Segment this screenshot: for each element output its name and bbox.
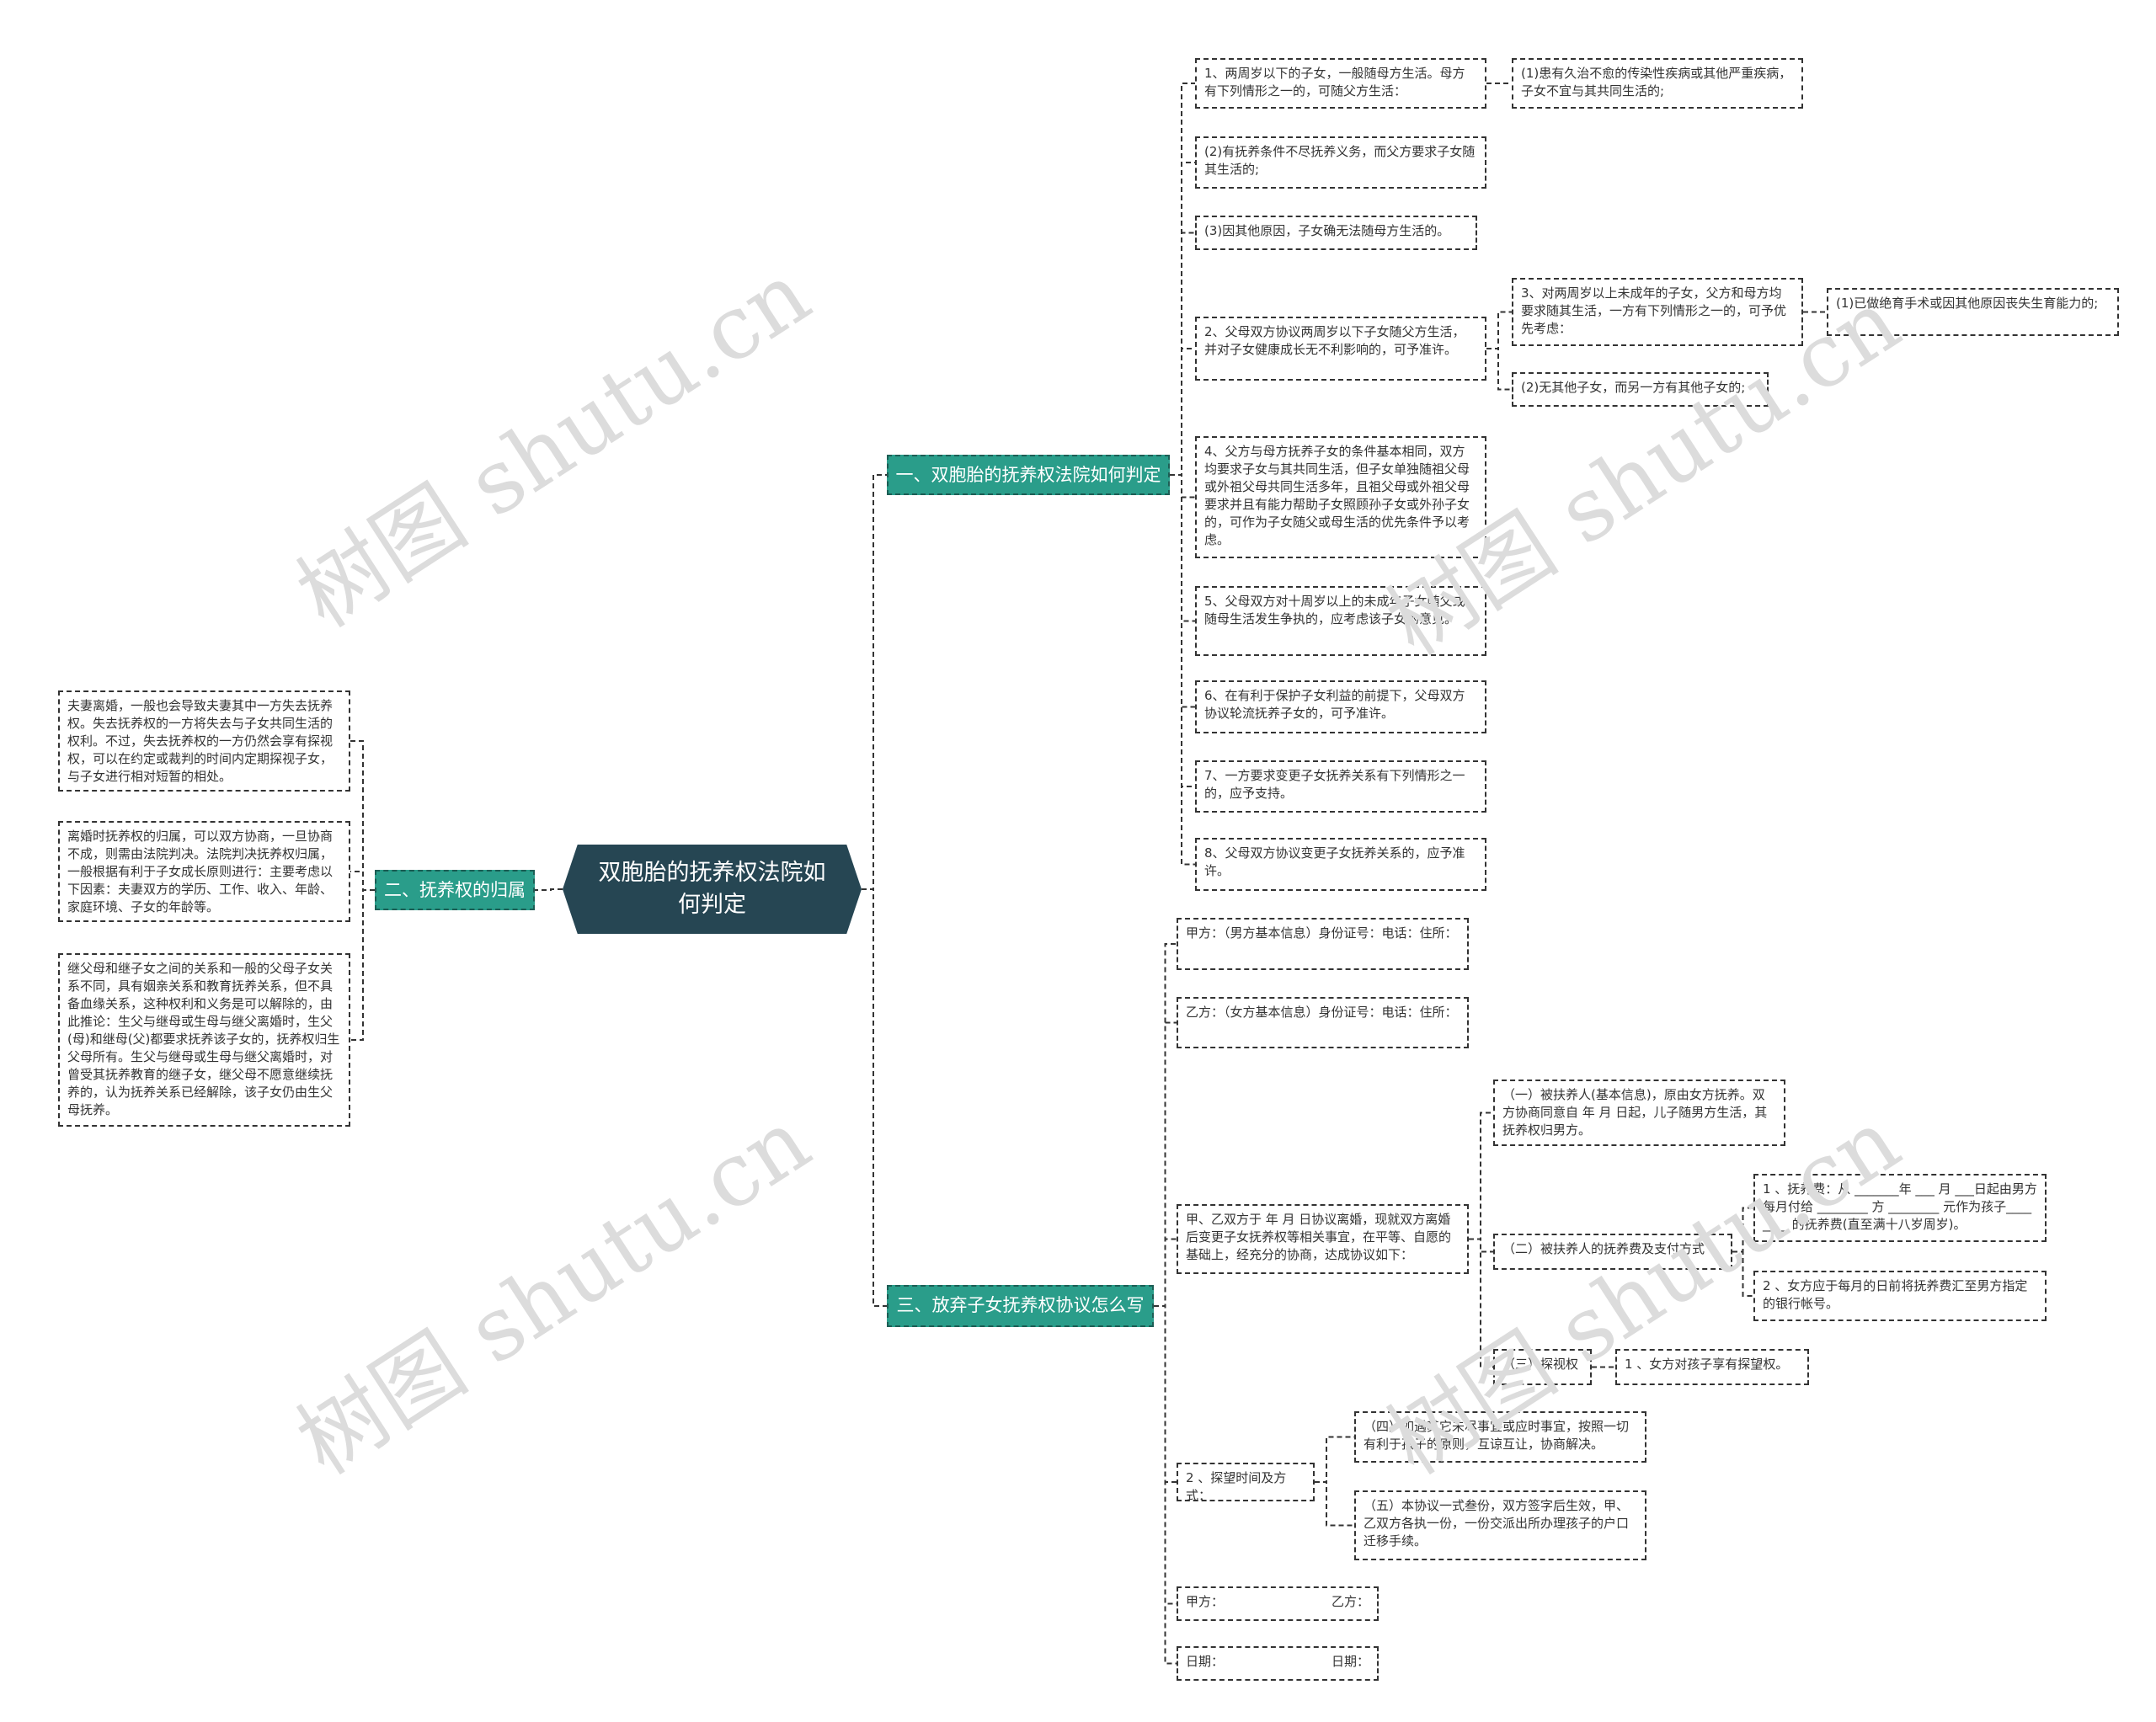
- clause-two[interactable]: （二）被扶养人的抚养费及支付方式: [1493, 1234, 1732, 1270]
- topic-not-fulfill[interactable]: (2)有抚养条件不尽抚养义务，而父方要求子女随其生活的;: [1195, 136, 1486, 189]
- sign-party-b: 乙方：: [1331, 1594, 1369, 1609]
- topic-signatures[interactable]: 甲方： 乙方：: [1177, 1586, 1379, 1621]
- connector-line: [1154, 1238, 1177, 1307]
- connector-line: [1469, 1112, 1493, 1240]
- topic-sterilized[interactable]: (1)已做绝育手术或因其他原因丧失生育能力的;: [1827, 288, 2119, 336]
- connector-line: [862, 888, 887, 1307]
- clause-two-fee[interactable]: 1 、抚养费：从 _______年 ___ 月 ___日起由男方每月付给 ___…: [1753, 1174, 2047, 1242]
- topic-agreement-father[interactable]: 2、父母双方协议两周岁以下子女随父方生活，并对子女健康成长无不利影响的，可予准许…: [1195, 317, 1486, 381]
- connector-line: [535, 888, 563, 891]
- connector-line: [1170, 232, 1195, 476]
- connector-line: [350, 871, 375, 891]
- topic-other-reason[interactable]: (3)因其他原因，子女确无法随母方生活的。: [1195, 216, 1477, 250]
- topic-disease[interactable]: (1)患有久治不愈的传染性疾病或其他严重疾病，子女不宜与其共同生活的;: [1512, 58, 1803, 109]
- mindmap-canvas: 双胞胎的抚养权法院如何判定 一、双胞胎的抚养权法院如何判定 1、两周岁以下的子女…: [0, 0, 2156, 1722]
- connector-line: [350, 889, 375, 1041]
- connector-line: [1170, 162, 1195, 476]
- topic-over-ten[interactable]: 5、父母双方对十周岁以上的未成年子女随父或随母生活发生争执的，应考虑该子女的意见…: [1195, 586, 1486, 656]
- branch-custody-ownership[interactable]: 二、抚养权的归属: [375, 870, 535, 910]
- connector-line: [1170, 348, 1195, 476]
- topic-no-other-child[interactable]: (2)无其他子女，而另一方有其他子女的;: [1512, 372, 1769, 407]
- clause-five[interactable]: （五）本协议一式叁份，双方签字后生效，甲、乙双方各执一份，一份交派出所办理孩子的…: [1354, 1490, 1646, 1560]
- date-party-b: 日期：: [1331, 1654, 1369, 1669]
- topic-under-two[interactable]: 1、两周岁以下的子女，一般随母方生活。母方有下列情形之一的，可随父方生活：: [1195, 58, 1486, 109]
- topic-custody-factors[interactable]: 离婚时抚养权的归属，可以双方协商，一旦协商不成，则需由法院判决。法院判决抚养权归…: [58, 821, 350, 922]
- clause-three[interactable]: （三）探视权: [1493, 1349, 1592, 1385]
- clause-two-account[interactable]: 2 、女方应于每月的日前将抚养费汇至男方指定的银行帐号。: [1753, 1271, 2047, 1321]
- connector-line: [1170, 474, 1195, 498]
- date-party-a: 日期：: [1186, 1654, 1225, 1669]
- topic-change-agreement[interactable]: 8、父母双方协议变更子女抚养关系的，应予准许。: [1195, 838, 1486, 891]
- clause-four[interactable]: （四）如遇其它未尽事宜或应时事宜，按照一切有利于孩子的原则，互谅互让，协商解决。: [1354, 1411, 1646, 1463]
- clause-one[interactable]: （一）被扶养人(基本信息)，原由女方抚养。双方协商同意自 年 月 日起，儿子随男…: [1493, 1080, 1785, 1146]
- topic-over-two[interactable]: 3、对两周岁以上未成年的子女，父方和母方均要求随其生活，一方有下列情形之一的，可…: [1512, 278, 1803, 346]
- connector-line: [862, 474, 887, 890]
- topic-step-parents[interactable]: 继父母和继子女之间的关系和一般的父母子女关系不同，具有姻亲关系和教育抚养关系，但…: [58, 953, 350, 1127]
- connector-line: [1154, 943, 1177, 1307]
- connector-line: [1486, 348, 1512, 391]
- connector-line: [1732, 1207, 1753, 1253]
- topic-visit-time[interactable]: 2 、探望时间及方式：: [1177, 1463, 1315, 1503]
- connector-line: [1469, 1238, 1493, 1368]
- clause-three-visit-right[interactable]: 1 、女方对孩子享有探望权。: [1615, 1349, 1809, 1385]
- root-title: 双胞胎的抚养权法院如何判定: [598, 860, 826, 918]
- topic-dates[interactable]: 日期： 日期：: [1177, 1646, 1379, 1681]
- connector-line: [350, 740, 375, 891]
- connector-line: [1170, 474, 1195, 787]
- connector-line: [1170, 474, 1195, 866]
- topic-rotation[interactable]: 6、在有利于保护子女利益的前提下，父母双方协议轮流抚养子女的，可予准许。: [1195, 680, 1486, 733]
- topic-agreement[interactable]: 甲、乙双方于 年 月 日协议离婚，现就双方离婚后变更子女抚养权等相关事宜，在平等…: [1177, 1204, 1469, 1274]
- topic-party-a[interactable]: 甲方：（男方基本信息）身份证号：电话：住所：: [1177, 918, 1469, 970]
- connector-line: [1315, 1481, 1354, 1527]
- topic-party-b[interactable]: 乙方：（女方基本信息）身份证号：电话：住所：: [1177, 997, 1469, 1048]
- connector-line: [1732, 1250, 1753, 1297]
- connector-line: [1315, 1436, 1354, 1483]
- topic-lose-custody[interactable]: 夫妻离婚，一般也会导致夫妻其中一方失去抚养权。失去抚养权的一方将失去与子女共同生…: [58, 690, 350, 792]
- topic-change-request[interactable]: 7、一方要求变更子女抚养关系有下列情形之一的，应予支持。: [1195, 760, 1486, 813]
- branch-custody-judgment[interactable]: 一、双胞胎的抚养权法院如何判定: [887, 455, 1170, 495]
- connector-line: [1154, 1305, 1177, 1665]
- connector-line: [1486, 311, 1512, 349]
- sign-party-a: 甲方：: [1186, 1594, 1225, 1609]
- topic-grandparents[interactable]: 4、父方与母方抚养子女的条件基本相同，双方均要求子女与其共同生活，但子女单独随祖…: [1195, 436, 1486, 558]
- root-topic[interactable]: 双胞胎的抚养权法院如何判定: [563, 845, 862, 934]
- branch-waiver-agreement[interactable]: 三、放弃子女抚养权协议怎么写: [887, 1285, 1154, 1327]
